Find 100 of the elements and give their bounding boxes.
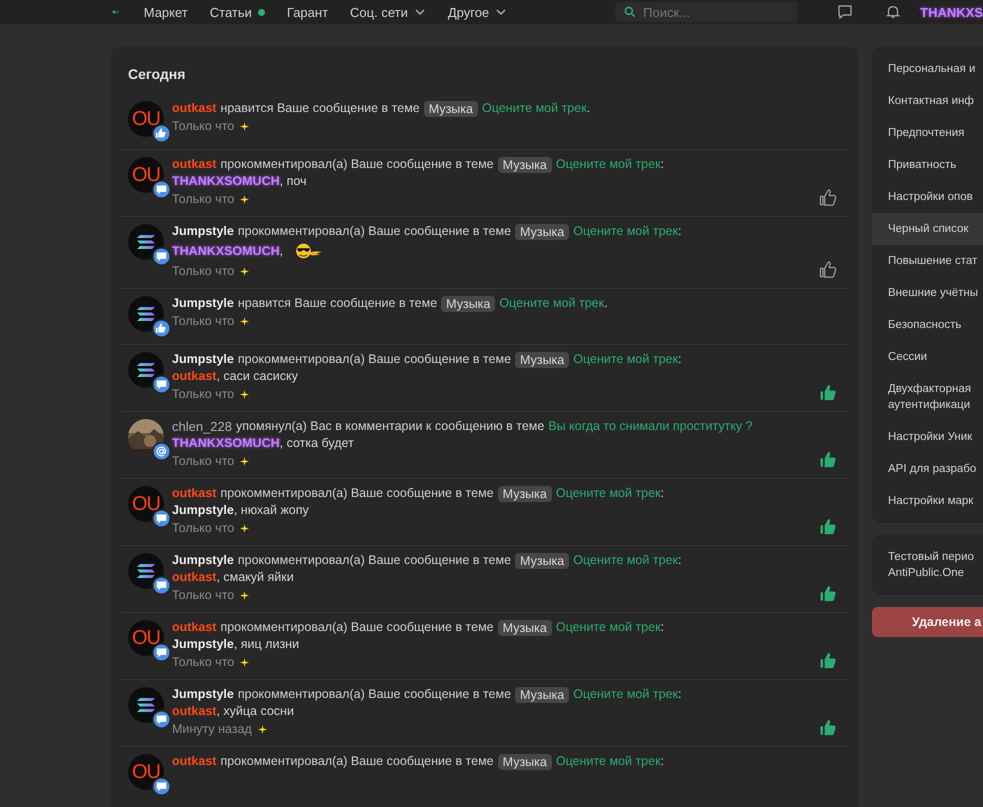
comment-text: , яиц лизни: [234, 636, 300, 653]
menu-item[interactable]: Черный список: [872, 213, 983, 245]
username-link[interactable]: Jumpstyle: [172, 686, 234, 703]
thread-link[interactable]: Оцените мой трек: [573, 552, 678, 569]
username-link[interactable]: outkast: [172, 619, 216, 636]
thumbs-up-button[interactable]: [818, 383, 838, 403]
thumbs-up-button[interactable]: [818, 188, 838, 208]
topic-tag[interactable]: Музыка: [515, 352, 570, 368]
notification-text: упомянул(а) Вас в комментарии к сообщению в теме: [236, 418, 544, 435]
thumbs-up-badge-icon: [152, 319, 171, 338]
thumbs-up-button[interactable]: [818, 718, 838, 738]
speech-bubble-badge-icon: [152, 777, 171, 796]
thread-link[interactable]: Оцените мой трек: [573, 223, 678, 240]
chat-icon[interactable]: [836, 3, 854, 21]
timestamp: Только что: [172, 386, 234, 403]
username-link[interactable]: THANKXSOMUCH: [172, 173, 280, 190]
username-link[interactable]: Jumpstyle: [172, 502, 234, 519]
menu-item[interactable]: Повышение стат: [872, 245, 983, 277]
username-link[interactable]: THANKXSOMUCH: [172, 435, 280, 452]
notification-text: прокомментировал(а) Ваше сообщение в теме: [220, 156, 494, 173]
avatar[interactable]: OU: [128, 486, 164, 522]
topic-tag[interactable]: Музыка: [498, 754, 552, 770]
sparkle-icon: [240, 591, 250, 600]
topic-tag[interactable]: Музыка: [498, 620, 552, 636]
username-link[interactable]: outkast: [172, 100, 216, 117]
comment-text: , хуйца сосни: [216, 703, 294, 720]
speech-bubble-badge-icon: [152, 509, 171, 528]
nav-link[interactable]: Маркет: [144, 4, 188, 20]
menu-item[interactable]: Настройки марк: [872, 485, 983, 517]
username-link[interactable]: outkast: [172, 156, 216, 173]
nav-link[interactable]: Другое: [448, 4, 508, 20]
username-link[interactable]: outkast: [172, 485, 216, 502]
menu-item[interactable]: Внешние учётны: [872, 277, 983, 309]
thumbs-up-button[interactable]: [818, 450, 838, 470]
topic-tag[interactable]: Музыка: [441, 296, 496, 312]
username-link[interactable]: outkast: [172, 569, 216, 586]
menu-item[interactable]: Предпочтения: [872, 117, 983, 149]
punctuation: :: [660, 619, 664, 636]
username-link[interactable]: Jumpstyle: [172, 295, 234, 312]
topic-tag[interactable]: Музыка: [498, 156, 552, 172]
thumbs-up-button[interactable]: [818, 584, 838, 604]
menu-item[interactable]: Тестовый перио AntiPublic.One: [872, 541, 983, 589]
speech-bubble-badge-icon: [152, 710, 171, 729]
thread-link[interactable]: Оцените мой трек: [556, 485, 661, 502]
delete-account-button[interactable]: Удаление а: [872, 607, 983, 637]
sparkle-icon: [240, 267, 250, 276]
username-link[interactable]: outkast: [172, 368, 216, 385]
username-link[interactable]: Jumpstyle: [172, 351, 234, 368]
menu-item[interactable]: Персональная и: [872, 53, 983, 85]
sparkle-icon: [240, 122, 250, 131]
menu-item[interactable]: Приватность: [872, 149, 983, 181]
username-link[interactable]: Jumpstyle: [172, 552, 234, 569]
thread-link[interactable]: Оцените мой трек: [556, 619, 661, 636]
notification-text: прокомментировал(а) Ваше сообщение в теме: [238, 223, 512, 240]
thread-link[interactable]: Оцените мой трек: [573, 686, 678, 703]
menu-item[interactable]: Двухфакторная аутентификаци: [872, 373, 983, 421]
avatar[interactable]: OU: [128, 620, 164, 656]
sparkle-icon: [240, 658, 250, 667]
topic-tag[interactable]: Музыка: [515, 552, 570, 568]
thread-link[interactable]: Оцените мой трек: [556, 156, 661, 173]
timestamp: Только что: [172, 313, 234, 330]
thread-link[interactable]: Вы когда то снимали проститутку ?: [548, 418, 753, 435]
thread-link[interactable]: Оцените мой трек: [556, 753, 661, 770]
topic-tag[interactable]: Музыка: [498, 486, 552, 502]
search-field[interactable]: Поиск...: [615, 2, 798, 22]
comment-text: , смакуй яйки: [216, 569, 294, 586]
avatar[interactable]: OU: [128, 101, 164, 137]
sparkle-icon: [240, 195, 250, 204]
avatar[interactable]: OU: [128, 157, 164, 193]
thread-link[interactable]: Оцените мой трек: [499, 295, 604, 312]
thumbs-up-button[interactable]: [818, 651, 838, 671]
menu-item[interactable]: Настройки Уник: [872, 421, 983, 453]
nav-link[interactable]: Соц. сети: [350, 4, 426, 20]
avatar[interactable]: OU: [128, 754, 164, 790]
bell-icon[interactable]: [884, 3, 902, 21]
topic-tag[interactable]: Музыка: [424, 100, 478, 116]
username-link[interactable]: outkast: [172, 753, 216, 770]
menu-item[interactable]: Настройки опов: [872, 181, 983, 213]
username-link[interactable]: outkast: [172, 703, 216, 720]
menu-item[interactable]: Безопасность: [872, 309, 983, 341]
menu-item[interactable]: Контактная инф: [872, 85, 983, 117]
nav-link[interactable]: Статьи: [210, 4, 265, 20]
thread-link[interactable]: Оцените мой трек: [573, 351, 678, 368]
topic-tag[interactable]: Музыка: [515, 686, 570, 702]
timestamp: Только что: [172, 654, 234, 671]
username-link[interactable]: chlen_228: [172, 418, 232, 435]
notification-text: нравится Ваше сообщение в теме: [238, 295, 438, 312]
thumbs-up-badge-icon: [152, 124, 171, 143]
thread-link[interactable]: Оцените мой трек: [482, 100, 587, 117]
nav-link[interactable]: Гарант: [286, 4, 328, 20]
username-link[interactable]: THANKXS: [920, 4, 983, 20]
topic-tag[interactable]: Музыка: [515, 224, 570, 240]
username-link[interactable]: Jumpstyle: [172, 223, 234, 240]
thumbs-up-button[interactable]: [818, 517, 838, 537]
username-link[interactable]: Jumpstyle: [172, 636, 234, 653]
menu-item[interactable]: Сессии: [872, 341, 983, 373]
menu-item[interactable]: API для разрабо: [872, 453, 983, 485]
username-link[interactable]: THANKXSOMUCH: [172, 242, 280, 260]
thumbs-up-button[interactable]: [818, 260, 838, 280]
speech-bubble-badge-icon: [152, 375, 171, 394]
